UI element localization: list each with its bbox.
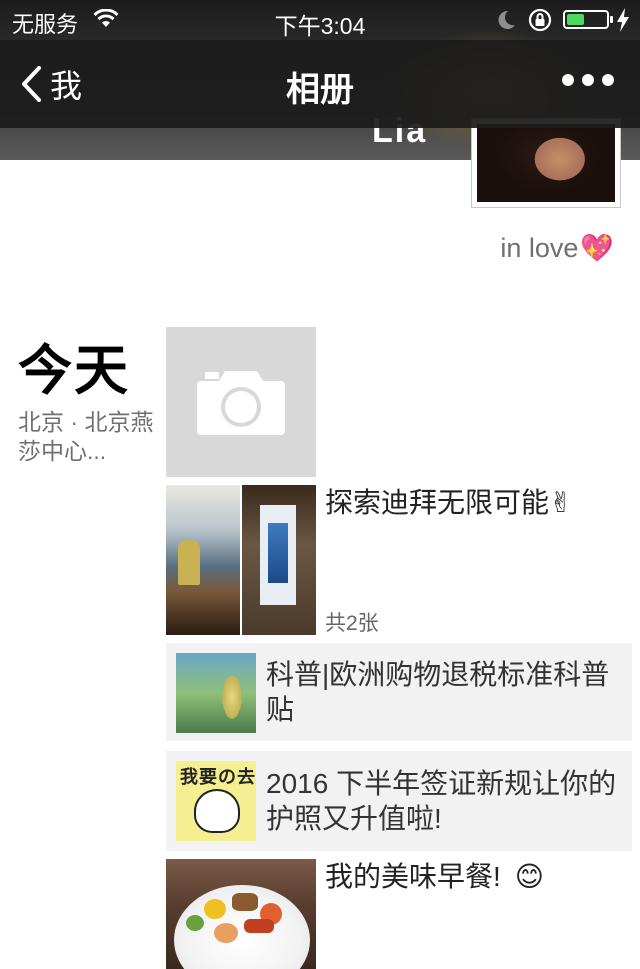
dot	[562, 74, 574, 86]
avatar[interactable]	[471, 118, 621, 208]
rotation-lock-icon	[527, 8, 553, 38]
post-caption: 我的美味早餐! 😊	[325, 859, 544, 895]
smiling-face-icon: 😊	[514, 861, 544, 892]
page-title: 相册	[286, 71, 354, 109]
nav-bar: 我 相册	[0, 40, 640, 128]
battery-nub	[610, 16, 613, 23]
thumbnail-caption: 我要の去	[180, 767, 256, 787]
charging-bolt-icon	[616, 8, 630, 38]
photo-post[interactable]: 探索迪拜无限可能✌ 共2张	[166, 485, 616, 635]
post-caption: 探索迪拜无限可能✌	[325, 485, 572, 521]
status-bar: 无服务 下午3:04	[0, 0, 640, 40]
post-caption-text: 探索迪拜无限可能	[325, 487, 550, 518]
photo-count: 共2张	[325, 612, 379, 635]
banner-image	[260, 505, 296, 605]
signature-text: in love	[500, 232, 579, 263]
dot	[602, 74, 614, 86]
more-dots-icon[interactable]	[562, 74, 614, 86]
post-photo-thumbnail[interactable]	[166, 485, 240, 635]
photo-post[interactable]: 我的美味早餐! 😊	[166, 859, 616, 969]
add-photo-button[interactable]	[166, 327, 316, 477]
link-title: 科普|欧洲购物退税标准科普贴	[266, 659, 610, 725]
avatar-image	[477, 124, 615, 202]
profile-signature: in love 💖	[500, 232, 614, 264]
camera-icon	[197, 371, 285, 435]
shared-link-post[interactable]: 我要の去 2016 下半年签证新规让你的护照又升值啦!	[166, 751, 632, 851]
post-caption-text: 我的美味早餐!	[325, 861, 501, 892]
link-thumbnail: 我要の去	[176, 761, 256, 841]
location-label: 北京 · 北京燕莎中心...	[18, 409, 154, 464]
moon-icon	[496, 9, 516, 37]
victory-hand-icon: ✌	[549, 487, 573, 518]
post-photo-thumbnail[interactable]	[242, 485, 316, 635]
battery-level	[567, 14, 584, 25]
day-label: 今天	[18, 341, 130, 401]
battery-icon	[563, 10, 613, 29]
post-photo-thumbnail[interactable]	[166, 859, 316, 969]
link-title: 2016 下半年签证新规让你的护照又升值啦!	[266, 768, 617, 834]
link-thumbnail	[176, 653, 256, 733]
dot	[582, 74, 594, 86]
sparkling-heart-icon: 💖	[580, 233, 614, 263]
cartoon-character-icon	[194, 789, 240, 833]
food-plate-image	[174, 885, 310, 969]
shared-link-post[interactable]: 科普|欧洲购物退税标准科普贴	[166, 643, 632, 741]
